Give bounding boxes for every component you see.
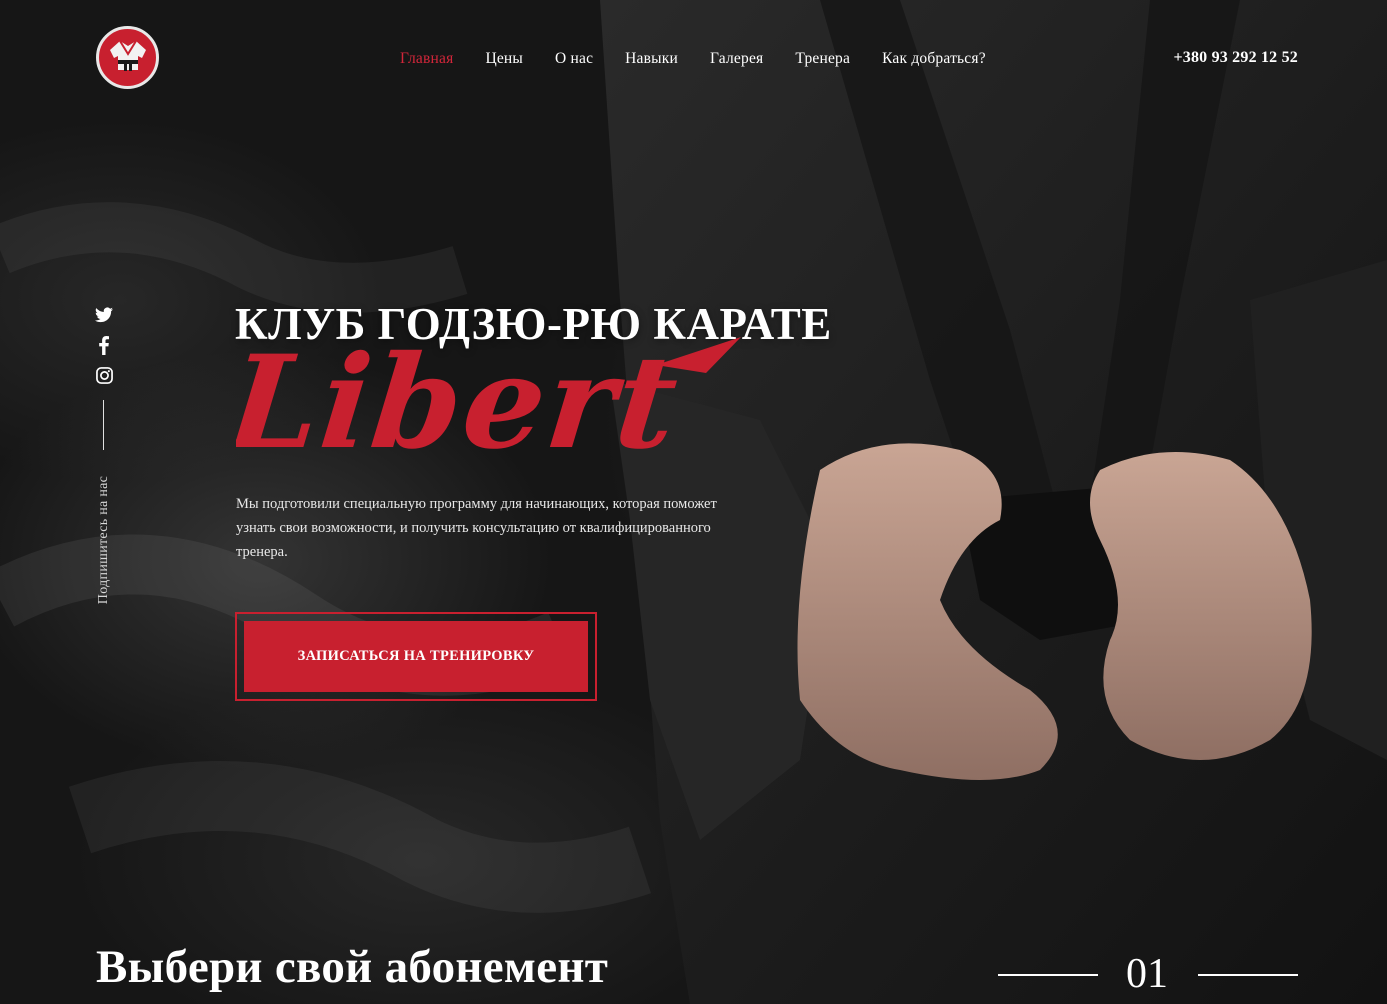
social-divider <box>103 400 104 450</box>
subscribe-label: Подпишитесь на нас <box>96 475 111 605</box>
instagram-icon[interactable] <box>94 365 114 385</box>
nav-item-skills[interactable]: Навыки <box>625 50 678 68</box>
nav-item-gallery[interactable]: Галерея <box>710 50 763 68</box>
nav-item-directions[interactable]: Как добраться? <box>882 50 986 68</box>
main-nav: Главная Цены О нас Навыки Галерея Тренер… <box>400 50 986 68</box>
counter-line-left <box>998 974 1098 976</box>
signup-training-button[interactable]: ЗАПИСАТЬСЯ НА ТРЕНИРОВКУ <box>244 621 588 692</box>
nav-item-prices[interactable]: Цены <box>485 50 523 68</box>
twitter-icon[interactable] <box>94 305 114 325</box>
karate-gi-logo-icon <box>109 39 146 71</box>
nav-item-about[interactable]: О нас <box>555 50 593 68</box>
nav-item-home[interactable]: Главная <box>400 50 453 68</box>
social-links <box>94 305 114 385</box>
phone-link[interactable]: +380 93 292 12 52 <box>1173 49 1298 67</box>
counter-line-right <box>1198 974 1298 976</box>
facebook-icon[interactable] <box>94 335 114 355</box>
slide-counter: 01 <box>1126 951 1168 997</box>
hero-description: Мы подготовили специальную программу для… <box>236 496 717 560</box>
logo[interactable] <box>96 26 159 89</box>
section-title: Выбери свой абонемент <box>96 941 609 993</box>
brand-logotype: Libert <box>236 327 741 465</box>
svg-text:Libert: Libert <box>236 327 686 465</box>
nav-item-coaches[interactable]: Тренера <box>795 50 850 68</box>
